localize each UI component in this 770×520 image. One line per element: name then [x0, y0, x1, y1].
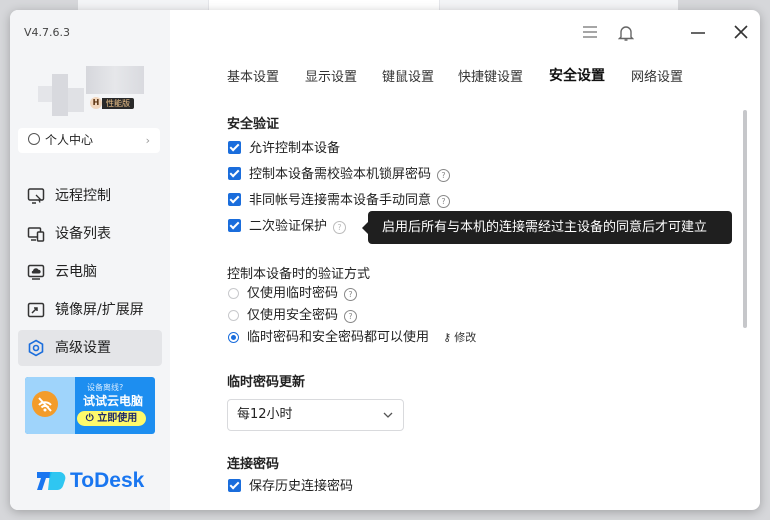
sidebar-item-label: 设备列表 — [55, 226, 111, 242]
settings-panel: 基本设置 显示设置 键鼠设置 快捷键设置 安全设置 网络设置 安全验证 允许控制… — [170, 10, 760, 510]
option-label: 控制本设备需校验本机锁屏密码 — [249, 167, 432, 182]
help-icon[interactable]: ? — [437, 195, 451, 208]
save-history-password-option[interactable]: 保存历史连接密码 — [228, 479, 353, 495]
sidebar-item-label: 镜像屏/扩展屏 — [55, 302, 144, 318]
help-icon[interactable]: ? — [333, 221, 347, 234]
tab-security[interactable]: 安全设置 — [549, 65, 605, 85]
checkbox-checked[interactable] — [228, 219, 241, 232]
two-factor-tooltip: 启用后所有与本机的连接需经过主设备的同意后才可建立 — [362, 211, 732, 244]
sidebar-item-label: 高级设置 — [55, 340, 111, 356]
todesk-window: V4.7.6.3 H 性能版 个人中心 › 远程控制 设备列表 云电脑 镜像屏/… — [10, 10, 760, 510]
checkbox-checked[interactable] — [228, 141, 241, 154]
option-label: 仅使用安全密码 — [247, 308, 339, 323]
personal-center-label: 个人中心 — [45, 133, 94, 147]
sidebar-item-label: 云电脑 — [55, 264, 97, 280]
use-now-button[interactable]: ⏻ 立即使用 — [77, 411, 146, 426]
option-label: 仅使用临时密码 — [247, 286, 339, 301]
hexagon-settings-icon — [28, 339, 44, 357]
manual-approval-option[interactable]: 非同帐号连接需本设备手动同意? — [228, 193, 451, 209]
no-signal-icon — [32, 391, 58, 417]
select-value: 每12小时 — [237, 407, 293, 422]
edition-badge: 性能版 — [102, 98, 134, 109]
member-badge: H — [90, 97, 102, 109]
menu-icon[interactable] — [582, 24, 598, 44]
allow-control-option[interactable]: 允许控制本设备 — [228, 141, 340, 157]
sidebar-item-cloud-pc[interactable]: 云电脑 — [18, 254, 162, 290]
option-label: 二次验证保护 — [249, 219, 328, 234]
sidebar: V4.7.6.3 H 性能版 个人中心 › 远程控制 设备列表 云电脑 镜像屏/… — [10, 10, 170, 510]
modify-label: 修改 — [454, 331, 477, 344]
temp-password-update-title: 临时密码更新 — [227, 375, 306, 390]
help-icon[interactable]: ? — [344, 310, 358, 323]
modify-password-link[interactable]: ⚷ 修改 — [443, 331, 476, 344]
sidebar-item-mirror-screen[interactable]: 镜像屏/扩展屏 — [18, 292, 162, 328]
radio-unselected[interactable] — [228, 310, 239, 321]
checkbox-checked[interactable] — [228, 167, 241, 180]
mirror-screen-icon — [27, 302, 45, 318]
option-label: 保存历史连接密码 — [249, 479, 354, 494]
tab-display[interactable]: 显示设置 — [305, 66, 357, 85]
todesk-logo-icon — [37, 472, 66, 491]
user-icon — [28, 133, 40, 145]
minimize-icon[interactable] — [690, 24, 706, 44]
tab-basic[interactable]: 基本设置 — [227, 66, 279, 85]
verify-method-title: 控制本设备时的验证方式 — [227, 267, 371, 282]
close-icon[interactable] — [733, 24, 749, 44]
option-label: 临时密码和安全密码都可以使用 — [247, 330, 430, 345]
tab-network[interactable]: 网络设置 — [631, 66, 683, 85]
cloud-pc-icon — [27, 264, 45, 280]
option-label: 非同帐号连接需本设备手动同意 — [249, 193, 432, 208]
both-passwords-option[interactable]: 临时密码和安全密码都可以使用 ⚷ 修改 — [228, 330, 476, 346]
devices-icon — [27, 227, 45, 242]
security-verification-title: 安全验证 — [227, 117, 280, 132]
tab-keyboard-mouse[interactable]: 键鼠设置 — [382, 66, 434, 85]
two-factor-protection-option[interactable]: 二次验证保护? — [228, 219, 347, 235]
option-label: 允许控制本设备 — [249, 141, 341, 156]
key-icon: ⚷ — [443, 331, 452, 344]
connect-password-title: 连接密码 — [227, 457, 280, 472]
sidebar-item-advanced-settings[interactable]: 高级设置 — [18, 330, 162, 366]
cloud-pc-promo-banner[interactable]: 设备离线? 试试云电脑 ⏻ 立即使用 — [25, 377, 155, 434]
help-icon[interactable]: ? — [344, 288, 358, 301]
username-blurred — [86, 66, 144, 94]
sidebar-item-device-list[interactable]: 设备列表 — [18, 216, 162, 252]
checkbox-checked[interactable] — [228, 479, 241, 492]
security-password-only-option[interactable]: 仅使用安全密码? — [228, 308, 358, 324]
tab-shortcuts[interactable]: 快捷键设置 — [458, 66, 523, 85]
sidebar-item-label: 远程控制 — [55, 188, 111, 204]
radio-unselected[interactable] — [228, 288, 239, 299]
bell-icon[interactable] — [617, 24, 635, 46]
monitor-cursor-icon — [27, 188, 45, 204]
avatar[interactable] — [38, 66, 86, 116]
power-icon: ⏻ — [85, 413, 94, 424]
todesk-logo: ToDesk — [36, 469, 144, 493]
version-label: V4.7.6.3 — [24, 26, 71, 39]
checkbox-checked[interactable] — [228, 193, 241, 206]
temp-password-only-option[interactable]: 仅使用临时密码? — [228, 286, 358, 302]
chevron-down-icon — [383, 412, 393, 418]
lock-screen-password-option[interactable]: 控制本设备需校验本机锁屏密码? — [228, 167, 451, 183]
sidebar-item-remote-control[interactable]: 远程控制 — [18, 178, 162, 214]
help-icon[interactable]: ? — [437, 169, 451, 182]
promo-title: 试试云电脑 — [83, 394, 144, 408]
scrollbar[interactable] — [743, 110, 747, 328]
use-now-label: 立即使用 — [97, 413, 138, 424]
brand-name: ToDesk — [70, 469, 145, 492]
personal-center-button[interactable]: 个人中心 › — [18, 128, 160, 153]
chevron-right-icon: › — [145, 134, 150, 147]
radio-selected[interactable] — [228, 332, 239, 343]
temp-password-interval-select[interactable]: 每12小时 — [227, 399, 404, 431]
